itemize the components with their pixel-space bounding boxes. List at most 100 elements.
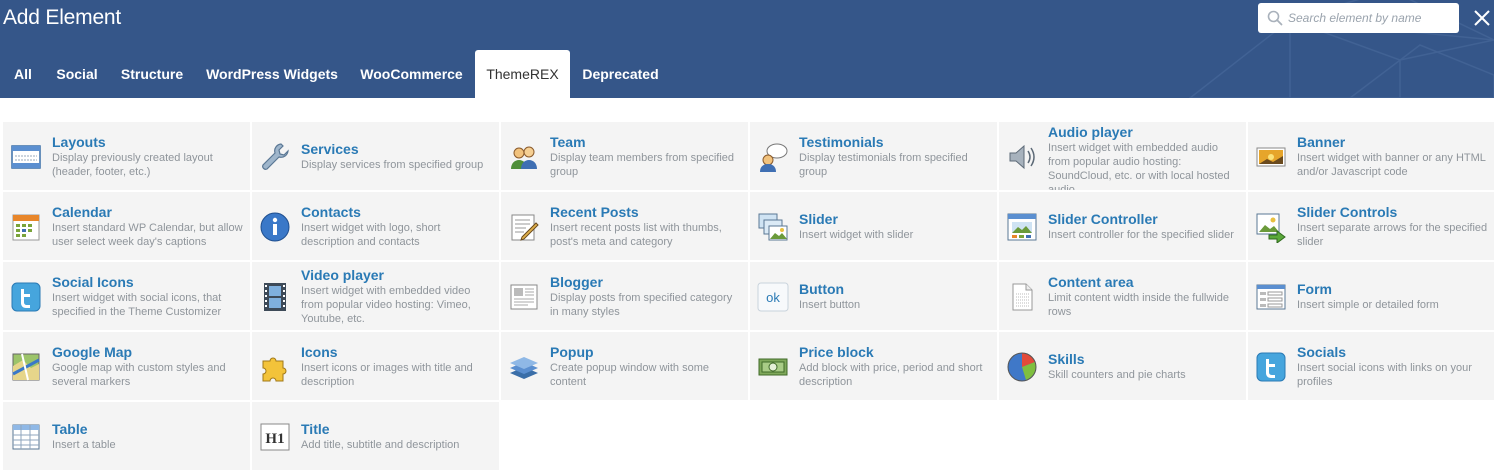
element-description: Insert recent posts list with thumbs, po…	[550, 221, 722, 248]
tab-structure[interactable]: Structure	[108, 50, 196, 98]
element-video-player[interactable]: Video player Insert widget with embedded …	[252, 262, 499, 330]
element-title: Audio player	[1048, 124, 1133, 140]
element-title: Slider Controller	[1048, 210, 1158, 227]
element-title: Table	[52, 420, 88, 437]
element-description: Insert widget with banner or any HTML an…	[1297, 151, 1486, 178]
element-slider[interactable]: Slider Insert widget with slider	[750, 192, 997, 260]
info-icon	[260, 212, 290, 242]
wrench-icon	[262, 143, 289, 170]
element-skills[interactable]: Skills Skill counters and pie charts	[999, 332, 1246, 400]
tab-deprecated[interactable]: Deprecated	[570, 50, 671, 98]
element-title: Calendar	[52, 203, 112, 220]
element-title: Contacts	[301, 203, 361, 220]
search-input[interactable]	[1288, 11, 1453, 25]
element-description: Insert standard WP Calendar, but allow u…	[52, 221, 243, 248]
element-testimonials[interactable]: Testimonials Display testimonials from sp…	[750, 122, 997, 190]
calendar-icon	[12, 214, 40, 241]
element-title: Slider	[799, 210, 838, 227]
element-description: Insert separate arrows for the specified…	[1297, 221, 1488, 248]
svg-text:ok: ok	[766, 290, 780, 305]
post-edit-icon	[511, 214, 539, 241]
element-title: Title	[301, 420, 330, 437]
element-title: Popup	[550, 343, 594, 360]
map-icon	[12, 353, 40, 381]
element-title: Skills	[1048, 350, 1085, 367]
element-slider-controller[interactable]: Slider Controller Insert controller for t…	[999, 192, 1246, 260]
element-description: Google map with custom styles and severa…	[52, 361, 226, 388]
element-audio-player[interactable]: Audio player Insert widget with embedded …	[999, 122, 1246, 190]
element-title: Blogger	[550, 273, 603, 290]
money-icon	[758, 358, 788, 376]
film-icon	[264, 283, 286, 311]
search-icon	[1266, 9, 1284, 27]
element-table[interactable]: Table Insert a table	[3, 402, 250, 470]
tab-themerex[interactable]: ThemeREX	[475, 50, 570, 98]
element-title: Layouts	[52, 133, 106, 150]
element-price-block[interactable]: Price block Add block with price, period …	[750, 332, 997, 400]
element-description: Insert widget with logo, short descripti…	[301, 221, 441, 248]
team-icon	[511, 146, 537, 169]
close-icon	[1474, 10, 1490, 26]
element-description: Insert widget with embedded audio from p…	[1048, 142, 1230, 190]
element-blogger[interactable]: Blogger Display posts from specified cate…	[501, 262, 748, 330]
element-google-map[interactable]: Google Map Google map with custom styles …	[3, 332, 250, 400]
element-title-block[interactable]: H1 Title Add title, subtitle and descript…	[252, 402, 499, 470]
element-grid: Layouts Display previously created layout…	[3, 122, 1494, 470]
element-title: Price block	[799, 343, 874, 360]
close-button[interactable]	[1472, 8, 1492, 28]
category-tabs: All Social Structure WordPress Widgets W…	[0, 50, 671, 98]
element-banner[interactable]: Banner Insert widget with banner or any H…	[1248, 122, 1494, 190]
element-title: Button	[799, 280, 845, 297]
element-popup[interactable]: Popup Create popup window with some conte…	[501, 332, 748, 400]
element-title: Team	[550, 133, 586, 150]
element-description: Add title, subtitle and description	[301, 438, 460, 451]
element-title: Content area	[1048, 273, 1134, 290]
element-description: Add block with price, period and short d…	[799, 361, 983, 388]
tab-all[interactable]: All	[0, 50, 46, 98]
element-description: Insert controller for the specified slid…	[1048, 228, 1234, 241]
element-team[interactable]: Team Display team members from specified …	[501, 122, 748, 190]
element-title: Socials	[1297, 343, 1347, 360]
newspaper-icon	[510, 284, 538, 310]
tab-wordpress-widgets[interactable]: WordPress Widgets	[196, 50, 348, 98]
element-form[interactable]: Form Insert simple or detailed form	[1248, 262, 1494, 330]
search-box[interactable]	[1258, 3, 1459, 33]
element-description: Display services from specified group	[301, 158, 484, 171]
document-icon	[1012, 283, 1033, 311]
pie-chart-icon	[1007, 352, 1037, 382]
element-description: Insert widget with embedded video from p…	[301, 284, 471, 325]
element-description: Insert button	[799, 298, 861, 311]
element-title: Slider Controls	[1297, 203, 1398, 220]
element-title: Recent Posts	[550, 203, 639, 220]
element-social-icons[interactable]: Social Icons Insert widget with social ic…	[3, 262, 250, 330]
layers-icon	[510, 357, 538, 379]
element-icons[interactable]: Icons Insert icons or images with title a…	[252, 332, 499, 400]
table-icon	[12, 424, 40, 450]
element-button[interactable]: ok Button Insert button	[750, 262, 997, 330]
element-description: Insert social icons with links on your p…	[1297, 361, 1472, 388]
element-description: Display testimonials from specified grou…	[799, 151, 968, 178]
element-title: Services	[301, 140, 359, 157]
slider-controls-icon	[1256, 213, 1286, 243]
element-content-area[interactable]: Content area Limit content width inside t…	[999, 262, 1246, 330]
element-layouts[interactable]: Layouts Display previously created layout…	[3, 122, 250, 190]
element-services[interactable]: Services Display services from specified …	[252, 122, 499, 190]
speech-bubble-icon	[760, 143, 788, 172]
element-description: Display previously created layout (heade…	[52, 151, 213, 178]
ok-button-icon: ok	[757, 282, 789, 312]
element-socials[interactable]: Socials Insert social icons with links on…	[1248, 332, 1494, 400]
element-title: Social Icons	[52, 273, 134, 290]
svg-text:H1: H1	[265, 431, 284, 447]
element-calendar[interactable]: Calendar Insert standard WP Calendar, but…	[3, 192, 250, 260]
slider-icon	[758, 213, 788, 241]
element-title: Banner	[1297, 133, 1346, 150]
element-description: Insert a table	[52, 438, 116, 451]
element-title: Form	[1297, 280, 1332, 297]
tab-social[interactable]: Social	[46, 50, 108, 98]
element-slider-controls[interactable]: Slider Controls Insert separate arrows fo…	[1248, 192, 1494, 260]
puzzle-icon	[262, 357, 287, 382]
element-description: Insert icons or images with title and de…	[301, 361, 473, 388]
tab-woocommerce[interactable]: WooCommerce	[348, 50, 475, 98]
element-contacts[interactable]: Contacts Insert widget with logo, short d…	[252, 192, 499, 260]
element-recent-posts[interactable]: Recent Posts Insert recent posts list wit…	[501, 192, 748, 260]
